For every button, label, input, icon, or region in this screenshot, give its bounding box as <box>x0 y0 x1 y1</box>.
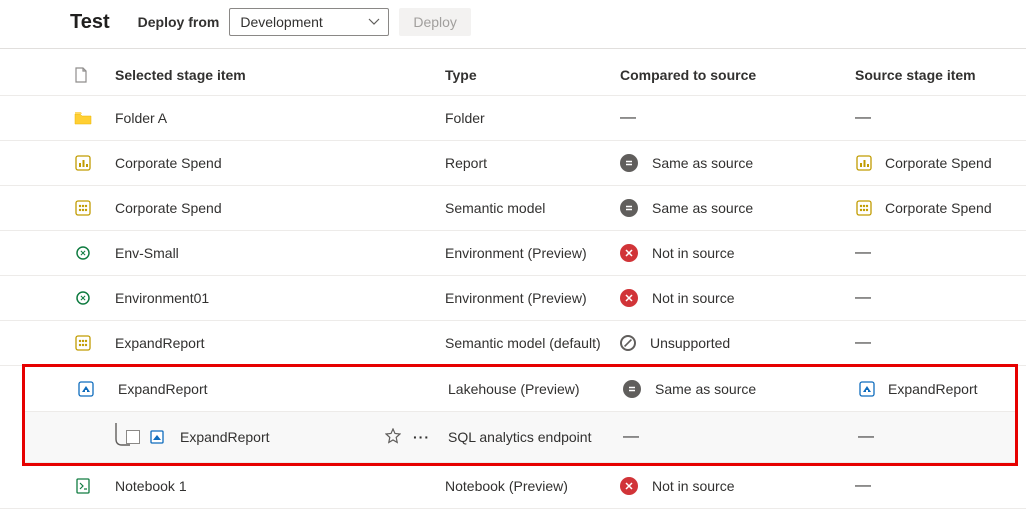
item-name: Environment01 <box>115 290 209 306</box>
compare-text: Same as source <box>655 381 756 397</box>
col-icon <box>30 67 115 83</box>
compare-dash: — <box>623 428 639 446</box>
compare-text: Not in source <box>652 290 734 306</box>
item-type: Environment (Preview) <box>445 245 587 261</box>
item-type: SQL analytics endpoint <box>448 429 591 445</box>
stage-title: Test <box>70 11 110 34</box>
table-row[interactable]: ExpandReport ··· SQL analytics endpoint — — <box>25 412 1015 463</box>
item-type-icon <box>74 334 92 352</box>
source-item-icon <box>855 199 873 217</box>
item-name: ExpandReport <box>115 335 205 351</box>
source-dash: — <box>855 244 871 262</box>
item-name: ExpandReport <box>118 381 208 397</box>
table-row[interactable]: Corporate Spend Report Same as source Corpo… <box>0 141 1026 186</box>
source-dash: — <box>858 428 874 446</box>
compare-text: Not in source <box>652 245 734 261</box>
compare-text: Not in source <box>652 478 734 494</box>
item-type-icon <box>74 109 92 127</box>
item-name: Notebook 1 <box>115 478 187 494</box>
table-row[interactable]: Corporate Spend Semantic model Same as sou… <box>0 186 1026 231</box>
source-item-name: Corporate Spend <box>885 200 992 216</box>
item-type-icon <box>74 199 92 217</box>
source-item-name: Corporate Spend <box>885 155 992 171</box>
same-badge-icon <box>620 199 638 217</box>
deploy-group: Deploy from Development Deploy <box>138 8 471 36</box>
col-source-item[interactable]: Source stage item <box>855 67 1016 83</box>
not-in-source-badge-icon <box>620 244 638 262</box>
item-type: Environment (Preview) <box>445 290 587 306</box>
source-dash: — <box>855 109 871 127</box>
not-in-source-badge-icon <box>620 289 638 307</box>
stage-header: Test Deploy from Development Deploy <box>0 0 1026 49</box>
highlight-box: ExpandReport Lakehouse (Preview) Same as s… <box>22 364 1018 466</box>
compare-text: Same as source <box>652 155 753 171</box>
not-in-source-badge-icon <box>620 477 638 495</box>
source-dash: — <box>855 289 871 307</box>
source-item-name: ExpandReport <box>888 381 978 397</box>
source-item-icon <box>858 380 876 398</box>
source-item-icon <box>855 154 873 172</box>
file-icon <box>74 67 88 83</box>
col-type[interactable]: Type <box>445 67 620 83</box>
table-row[interactable]: Folder A Folder — — <box>0 96 1026 141</box>
item-type-icon <box>74 244 92 262</box>
same-badge-icon <box>620 154 638 172</box>
item-name: ExpandReport <box>180 429 270 445</box>
favorite-star-icon[interactable] <box>385 428 401 447</box>
source-stage-dropdown[interactable]: Development <box>229 8 389 36</box>
table-header: Selected stage item Type Compared to sou… <box>0 49 1026 96</box>
more-options-icon[interactable]: ··· <box>413 429 430 445</box>
dropdown-value: Development <box>240 14 323 30</box>
col-compared[interactable]: Compared to source <box>620 67 855 83</box>
unsupported-badge-icon <box>620 335 636 351</box>
deploy-button[interactable]: Deploy <box>399 8 471 36</box>
item-type-icon <box>74 289 92 307</box>
item-name: Corporate Spend <box>115 155 222 171</box>
row-checkbox[interactable] <box>126 430 140 444</box>
chevron-down-icon <box>368 18 380 26</box>
table-row[interactable]: Notebook 1 Notebook (Preview) Not in sourc… <box>0 464 1026 509</box>
item-name: Env-Small <box>115 245 179 261</box>
table-row[interactable]: Environment01 Environment (Preview) Not in… <box>0 276 1026 321</box>
table-row[interactable]: ExpandReport Semantic model (default) Unsu… <box>0 321 1026 366</box>
table-row[interactable]: Env-Small Environment (Preview) Not in sou… <box>0 231 1026 276</box>
table-row[interactable]: ExpandReport Lakehouse (Preview) Same as s… <box>25 367 1015 412</box>
item-name: Folder A <box>115 110 167 126</box>
compare-text: Same as source <box>652 200 753 216</box>
same-badge-icon <box>623 380 641 398</box>
compare-dash: — <box>620 109 636 127</box>
item-type: Semantic model (default) <box>445 335 601 351</box>
compare-text: Unsupported <box>650 335 730 351</box>
item-type-icon <box>74 477 92 495</box>
items-table: Selected stage item Type Compared to sou… <box>0 49 1026 509</box>
item-type: Folder <box>445 110 485 126</box>
item-type-icon <box>77 380 95 398</box>
item-type: Notebook (Preview) <box>445 478 568 494</box>
col-selected-item[interactable]: Selected stage item <box>115 67 445 83</box>
item-type-icon <box>148 428 166 446</box>
item-type: Lakehouse (Preview) <box>448 381 580 397</box>
source-dash: — <box>855 334 871 352</box>
item-type-icon <box>74 154 92 172</box>
source-dash: — <box>855 477 871 495</box>
item-name: Corporate Spend <box>115 200 222 216</box>
item-type: Semantic model <box>445 200 545 216</box>
deploy-from-label: Deploy from <box>138 14 220 30</box>
item-type: Report <box>445 155 487 171</box>
